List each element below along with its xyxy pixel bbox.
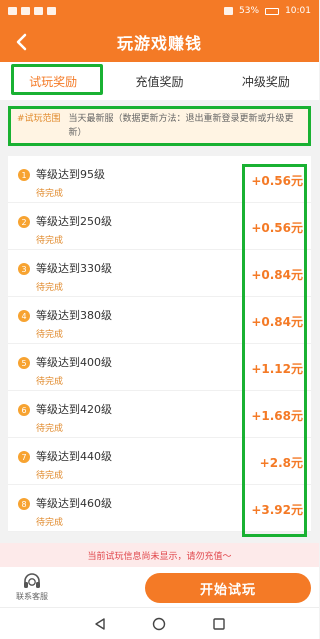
vibrate-icon: [224, 7, 234, 15]
customer-service-label: 联系客服: [16, 592, 48, 601]
signal-icon: [8, 7, 17, 15]
task-row: 2 等级达到250级 待完成 +0.56元: [8, 203, 311, 250]
task-reward: +3.92元: [251, 503, 303, 517]
task-reward: +2.8元: [259, 456, 303, 470]
task-number: 6: [18, 404, 30, 416]
task-number: 2: [18, 216, 30, 228]
task-status: 待完成: [36, 424, 64, 434]
task-reward: +1.68元: [251, 409, 303, 423]
tab-recharge-reward[interactable]: 充值奖励: [106, 62, 212, 100]
notice-tag: #试玩范围: [17, 114, 61, 124]
task-row: 6 等级达到420级 待完成 +1.68元: [8, 391, 311, 438]
task-row: 8 等级达到460级 待完成 +3.92元: [8, 485, 311, 532]
task-status: 待完成: [36, 377, 64, 387]
customer-service-button[interactable]: 联系客服: [0, 572, 64, 602]
wifi-icon: [21, 7, 30, 15]
status-bar: 53% 10:01: [0, 0, 319, 22]
task-name: 等级达到460级: [36, 497, 112, 510]
task-row: 3 等级达到330级 待完成 +0.84元: [8, 250, 311, 297]
app-header: 玩游戏赚钱: [0, 22, 319, 62]
task-name: 等级达到250级: [36, 215, 112, 228]
task-status: 待完成: [36, 518, 64, 528]
task-number: 4: [18, 310, 30, 322]
task-reward: +0.84元: [251, 315, 303, 329]
task-status: 待完成: [36, 330, 64, 340]
back-button[interactable]: [8, 28, 36, 56]
battery-percent: 53%: [239, 6, 260, 16]
task-row: 5 等级达到400级 待完成 +1.12元: [8, 344, 311, 391]
task-number: 7: [18, 451, 30, 463]
task-number: 3: [18, 263, 30, 275]
notice-text: 当天最新服（数据更新方法：退出重新登录更新或升级更新）: [68, 114, 294, 138]
tiktok-icon: [47, 7, 56, 15]
task-number: 5: [18, 357, 30, 369]
task-reward: +1.12元: [251, 362, 303, 376]
task-name: 等级达到420级: [36, 403, 112, 416]
task-row: 4 等级达到380级 待完成 +0.84元: [8, 297, 311, 344]
task-name: 等级达到95级: [36, 168, 105, 181]
task-number: 1: [18, 169, 30, 181]
headset-icon: [24, 573, 40, 588]
task-name: 等级达到400级: [36, 356, 112, 369]
nav-home-icon[interactable]: [152, 617, 166, 631]
task-status: 待完成: [36, 283, 64, 293]
battery-icon: [265, 7, 280, 15]
task-status: 待完成: [36, 471, 64, 481]
task-name: 等级达到380级: [36, 309, 112, 322]
task-reward: +0.84元: [251, 268, 303, 282]
chevron-left-icon: [16, 33, 27, 51]
task-name: 等级达到330级: [36, 262, 112, 275]
notice-banner: #试玩范围 当天最新服（数据更新方法：退出重新登录更新或升级更新）: [8, 106, 311, 146]
task-name: 等级达到440级: [36, 450, 112, 463]
start-trial-button[interactable]: 开始试玩: [145, 573, 311, 603]
task-status: 待完成: [36, 189, 64, 199]
page-title: 玩游戏赚钱: [116, 34, 202, 53]
tab-bar: 试玩奖励 充值奖励 冲级奖励: [0, 62, 319, 100]
tab-levelup-reward[interactable]: 冲级奖励: [213, 62, 319, 100]
task-status: 待完成: [36, 236, 64, 246]
task-row: 1 等级达到95级 待完成 +0.56元: [8, 156, 311, 203]
task-reward: +0.56元: [251, 174, 303, 188]
clock: 10:01: [285, 6, 311, 16]
warning-tip: 当前试玩信息尚未显示，请勿充值～: [0, 543, 319, 567]
task-list: 1 等级达到95级 待完成 +0.56元 2 等级达到250级 待完成 +0.5…: [8, 156, 311, 532]
system-nav-bar: [0, 607, 319, 639]
task-row: 7 等级达到440级 待完成 +2.8元: [8, 438, 311, 485]
task-reward: +0.56元: [251, 221, 303, 235]
nav-back-icon[interactable]: [93, 617, 107, 631]
task-number: 8: [18, 498, 30, 510]
app-notification-icon: [34, 7, 43, 15]
nav-recents-icon[interactable]: [212, 617, 226, 631]
tab-trial-reward[interactable]: 试玩奖励: [0, 62, 106, 100]
